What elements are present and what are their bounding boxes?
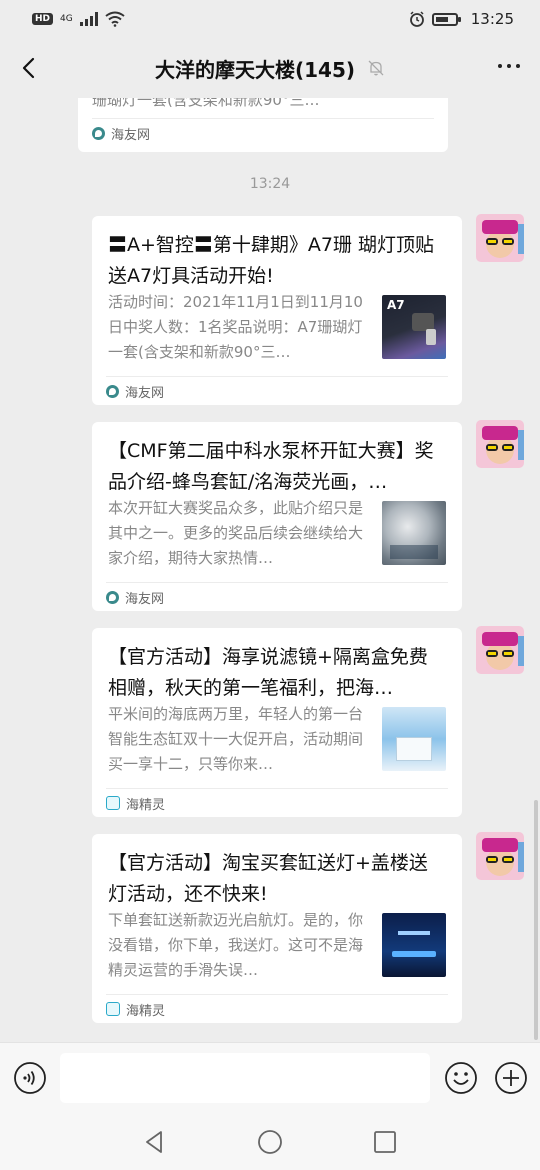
card-source: 海友网 — [92, 120, 150, 146]
card-divider — [106, 994, 448, 995]
source-name: 海友网 — [125, 385, 165, 401]
message-card-partial[interactable]: 珊瑚灯一套(含支架和新款90°三… 海友网 — [78, 98, 448, 152]
message-card[interactable]: 【官方活动】海享说滤镜+隔离盒免费相赠，秋天的第一笔福利，把海… 平米间的海底两… — [92, 628, 462, 817]
time-divider: 13:24 — [249, 176, 291, 192]
avatar[interactable] — [476, 214, 524, 262]
chat-title: 大洋的摩天大楼(145) — [154, 57, 356, 82]
card-divider — [106, 376, 448, 377]
source-name: 海精灵 — [126, 797, 166, 813]
card-source: 海友网 — [106, 380, 164, 402]
card-source: 海精灵 — [106, 998, 165, 1020]
voice-input-icon[interactable] — [13, 1061, 47, 1095]
emoji-icon[interactable] — [444, 1061, 478, 1095]
card-description: 下单套缸送新款迈光启航灯。是的，你没看错，你下单，我送灯。这可不是海精灵运营的手… — [108, 911, 364, 979]
message-card[interactable]: 【官方活动】淘宝买套缸送灯+盖楼送灯活动，还不快来! 下单套缸送新款迈光启航灯。… — [92, 834, 462, 1023]
chat-header: 大洋的摩天大楼(145) — [0, 38, 540, 98]
more-options-icon[interactable] — [498, 64, 520, 68]
avatar[interactable] — [476, 832, 524, 880]
mute-bell-icon — [368, 60, 384, 76]
avatar-image — [476, 214, 524, 262]
clock: 13:25 — [470, 10, 514, 28]
nav-recent-apps-icon[interactable] — [371, 1128, 399, 1156]
chat-message-list[interactable]: 珊瑚灯一套(含支架和新款90°三… 海友网 13:24 〓A+智控〓第十肆期》A… — [0, 98, 540, 1042]
nav-back-icon[interactable] — [141, 1128, 169, 1156]
back-arrow-icon[interactable] — [16, 54, 44, 82]
haiyou-icon — [106, 384, 119, 398]
card-title: 【CMF第二届中科水泵杯开缸大赛】奖品介绍-蜂鸟套缸/洺海荧光画，… — [108, 440, 434, 493]
haijingling-icon — [106, 1002, 120, 1016]
battery-icon — [431, 12, 461, 26]
card-title: 〓A+智控〓第十肆期》A7珊 瑚灯顶贴送A7灯具活动开始! — [108, 234, 435, 287]
message-input[interactable] — [60, 1053, 430, 1103]
card-divider — [106, 582, 448, 583]
avatar-image — [476, 832, 524, 880]
card-source: 海友网 — [106, 586, 164, 608]
card-divider — [106, 788, 448, 789]
card-source: 海精灵 — [106, 792, 165, 814]
avatar-image — [476, 626, 524, 674]
system-nav-bar — [0, 1114, 540, 1170]
wifi-icon — [105, 11, 125, 27]
hd-badge: HD — [32, 13, 54, 25]
message-card[interactable]: 〓A+智控〓第十肆期》A7珊 瑚灯顶贴送A7灯具活动开始! 活动时间：2021年… — [92, 216, 462, 405]
avatar-image — [476, 420, 524, 468]
haiyou-icon — [106, 590, 119, 604]
status-bar: HD 4G 13:25 — [0, 0, 540, 38]
alarm-icon — [409, 11, 424, 27]
haiyou-icon — [92, 126, 105, 140]
scrollbar[interactable] — [534, 800, 538, 1040]
card-divider — [92, 118, 434, 119]
card-thumbnail — [382, 913, 446, 977]
input-bar — [0, 1042, 540, 1114]
plus-icon[interactable] — [494, 1061, 528, 1095]
nav-home-icon[interactable] — [256, 1128, 284, 1156]
signal-icon — [79, 12, 98, 26]
card-title: 【官方活动】海享说滤镜+隔离盒免费相赠，秋天的第一笔福利，把海… — [108, 646, 428, 699]
source-name: 海友网 — [125, 591, 165, 607]
card-thumbnail: A7 — [382, 295, 446, 359]
card-description: 活动时间：2021年11月1日到11月10日中奖人数：1名奖品说明：A7珊瑚灯一… — [108, 293, 363, 361]
avatar[interactable] — [476, 626, 524, 674]
card-description: 本次开缸大赛奖品众多，此贴介绍只是其中之一。更多的奖品后续会继续给大家介绍，期待… — [108, 499, 364, 567]
card-thumbnail — [382, 707, 446, 771]
card-description: 珊瑚灯一套(含支架和新款90°三… — [92, 98, 320, 109]
avatar[interactable] — [476, 420, 524, 468]
network-type: 4G — [60, 14, 73, 24]
card-description: 平米间的海底两万里，年轻人的第一台智能生态缸双十一大促开启，活动期间买一享十二，… — [108, 705, 364, 773]
card-title: 【官方活动】淘宝买套缸送灯+盖楼送灯活动，还不快来! — [108, 852, 428, 905]
haijingling-icon — [106, 796, 120, 810]
card-thumbnail — [382, 501, 446, 565]
message-card[interactable]: 【CMF第二届中科水泵杯开缸大赛】奖品介绍-蜂鸟套缸/洺海荧光画，… 本次开缸大… — [92, 422, 462, 611]
source-name: 海友网 — [111, 127, 151, 143]
source-name: 海精灵 — [126, 1003, 166, 1019]
